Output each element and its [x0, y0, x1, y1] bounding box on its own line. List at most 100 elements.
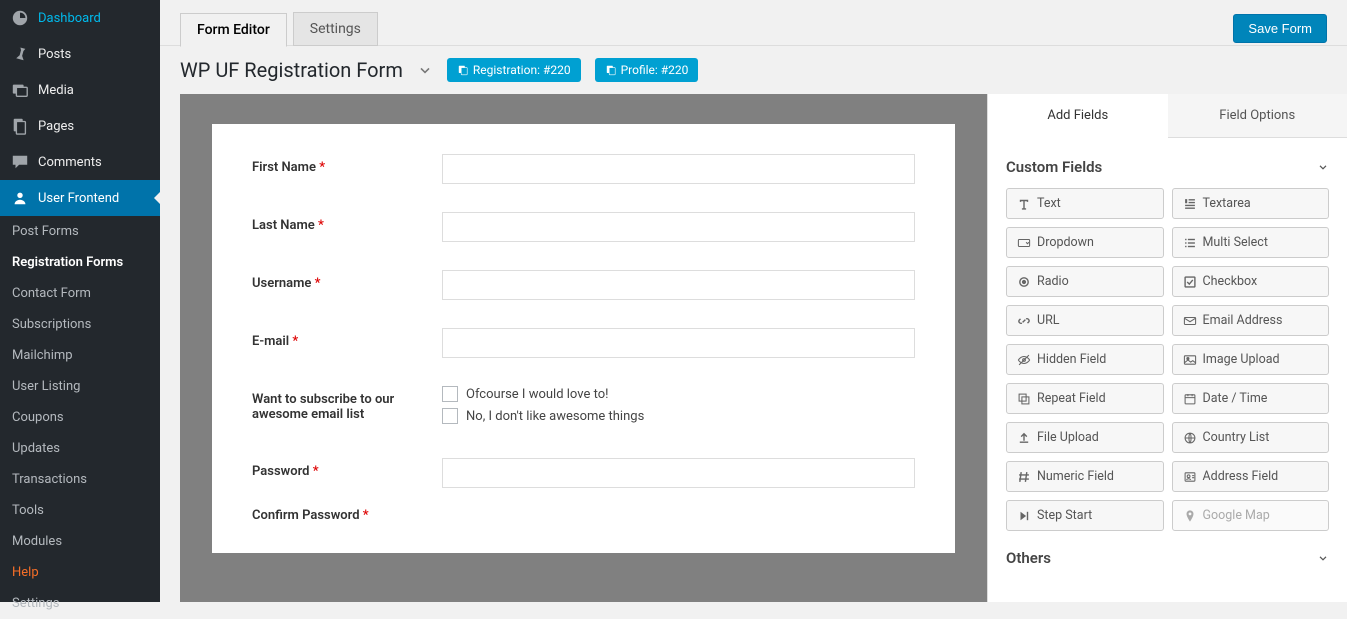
sidebar-item-comments[interactable]: Comments — [0, 144, 160, 180]
checkbox-yes[interactable] — [442, 386, 458, 402]
sidebar-sub-tools[interactable]: Tools — [0, 495, 160, 526]
copy-icon — [457, 64, 469, 76]
field-btn-date-time[interactable]: Date / Time — [1172, 383, 1330, 414]
sidebar-sub-subscriptions[interactable]: Subscriptions — [0, 309, 160, 340]
checkbox-label: Ofcourse I would love to! — [466, 387, 608, 402]
email-input[interactable] — [442, 328, 915, 358]
sidebar-item-pages[interactable]: Pages — [0, 108, 160, 144]
field-btn-image-upload[interactable]: Image Upload — [1172, 344, 1330, 375]
uf-icon — [10, 188, 30, 208]
field-username[interactable]: Username * — [252, 270, 915, 300]
field-btn-country-list[interactable]: Country List — [1172, 422, 1330, 453]
profile-shortcode-pill[interactable]: Profile: #220 — [595, 58, 699, 82]
field-btn-label: Country List — [1203, 430, 1270, 445]
field-btn-label: File Upload — [1037, 430, 1099, 445]
field-btn-dropdown[interactable]: Dropdown — [1006, 227, 1164, 258]
field-btn-checkbox[interactable]: Checkbox — [1172, 266, 1330, 297]
checkbox-no[interactable] — [442, 408, 458, 424]
sidebar-item-media[interactable]: Media — [0, 72, 160, 108]
field-btn-label: Textarea — [1203, 196, 1251, 211]
field-btn-step-start[interactable]: Step Start — [1006, 500, 1164, 531]
first-name-input[interactable] — [442, 154, 915, 184]
text-icon — [1017, 197, 1031, 211]
field-btn-label: Repeat Field — [1037, 391, 1106, 406]
field-btn-email-address[interactable]: Email Address — [1172, 305, 1330, 336]
main-content: Form Editor Settings Save Form WP UF Reg… — [160, 0, 1347, 602]
field-btn-hidden-field[interactable]: Hidden Field — [1006, 344, 1164, 375]
tab-add-fields[interactable]: Add Fields — [988, 94, 1168, 138]
dropdown-icon — [1017, 236, 1031, 250]
tab-settings[interactable]: Settings — [293, 12, 378, 46]
sidebar-sub-settings[interactable]: Settings — [0, 588, 160, 619]
registration-shortcode-pill[interactable]: Registration: #220 — [447, 58, 581, 82]
sidebar-label: Comments — [38, 155, 102, 170]
field-password[interactable]: Password * — [252, 458, 915, 488]
field-subscribe[interactable]: Want to subscribe to our awesome email l… — [252, 386, 915, 430]
tab-field-options[interactable]: Field Options — [1168, 94, 1347, 138]
field-btn-label: Hidden Field — [1037, 352, 1106, 367]
image-icon — [1183, 353, 1197, 367]
section-custom-fields[interactable]: Custom Fields — [1006, 158, 1329, 176]
sidebar-item-posts[interactable]: Posts — [0, 36, 160, 72]
sidebar-sub-transactions[interactable]: Transactions — [0, 464, 160, 495]
field-btn-text[interactable]: Text — [1006, 188, 1164, 219]
sidebar-sub-post-forms[interactable]: Post Forms — [0, 216, 160, 247]
chevron-down-icon — [1317, 552, 1329, 564]
form-title: WP UF Registration Form — [180, 58, 403, 82]
pin-icon — [1183, 509, 1197, 523]
field-btn-label: Numeric Field — [1037, 469, 1114, 484]
palette-scroll[interactable]: Custom Fields Text Textarea Dropdown Multi … — [988, 138, 1347, 602]
sidebar-label: Posts — [38, 47, 71, 62]
sidebar-sub-updates[interactable]: Updates — [0, 433, 160, 464]
field-btn-label: Step Start — [1037, 508, 1092, 523]
field-btn-label: URL — [1037, 313, 1060, 328]
password-input[interactable] — [442, 458, 915, 488]
address-icon — [1183, 470, 1197, 484]
sidebar-sub-registration-forms[interactable]: Registration Forms — [0, 247, 160, 278]
username-input[interactable] — [442, 270, 915, 300]
sidebar-label: Media — [38, 83, 74, 98]
field-btn-radio[interactable]: Radio — [1006, 266, 1164, 297]
custom-fields-grid: Text Textarea Dropdown Multi Select Radio Che… — [1006, 188, 1329, 531]
field-btn-url[interactable]: URL — [1006, 305, 1164, 336]
sidebar-item-user-frontend[interactable]: User Frontend — [0, 180, 160, 216]
field-email[interactable]: E-mail * — [252, 328, 915, 358]
pages-icon — [10, 116, 30, 136]
upload-icon — [1017, 431, 1031, 445]
field-btn-address-field[interactable]: Address Field — [1172, 461, 1330, 492]
field-btn-numeric-field[interactable]: Numeric Field — [1006, 461, 1164, 492]
sidebar-item-dashboard[interactable]: Dashboard — [0, 0, 160, 36]
dashboard-icon — [10, 8, 30, 28]
sidebar-sub-contact-form[interactable]: Contact Form — [0, 278, 160, 309]
hash-icon — [1017, 470, 1031, 484]
para-icon — [1183, 197, 1197, 211]
field-btn-textarea[interactable]: Textarea — [1172, 188, 1330, 219]
field-btn-repeat-field[interactable]: Repeat Field — [1006, 383, 1164, 414]
field-first-name[interactable]: First Name * — [252, 154, 915, 184]
step-icon — [1017, 509, 1031, 523]
field-btn-multi-select[interactable]: Multi Select — [1172, 227, 1330, 258]
save-form-button[interactable]: Save Form — [1233, 14, 1327, 43]
sidebar-sub-user-listing[interactable]: User Listing — [0, 371, 160, 402]
field-btn-google-map: Google Map — [1172, 500, 1330, 531]
field-btn-file-upload[interactable]: File Upload — [1006, 422, 1164, 453]
form-canvas-scroll[interactable]: First Name * Last Name * Username * — [180, 94, 987, 602]
sidebar-sub-coupons[interactable]: Coupons — [0, 402, 160, 433]
sidebar-sub-help[interactable]: Help — [0, 557, 160, 588]
field-btn-label: Radio — [1037, 274, 1069, 289]
last-name-input[interactable] — [442, 212, 915, 242]
media-icon — [10, 80, 30, 100]
field-last-name[interactable]: Last Name * — [252, 212, 915, 242]
field-btn-label: Multi Select — [1203, 235, 1268, 250]
sidebar-sub-modules[interactable]: Modules — [0, 526, 160, 557]
sidebar-label: Dashboard — [38, 11, 101, 26]
section-others[interactable]: Others — [1006, 549, 1329, 567]
chevron-down-icon — [1317, 161, 1329, 173]
tab-form-editor[interactable]: Form Editor — [180, 13, 287, 47]
form-canvas: First Name * Last Name * Username * — [212, 124, 955, 553]
field-confirm-password[interactable]: Confirm Password * — [252, 502, 915, 523]
title-chevron-icon[interactable] — [417, 62, 433, 78]
sidebar-sub-mailchimp[interactable]: Mailchimp — [0, 340, 160, 371]
link-icon — [1017, 314, 1031, 328]
field-btn-label: Dropdown — [1037, 235, 1094, 250]
